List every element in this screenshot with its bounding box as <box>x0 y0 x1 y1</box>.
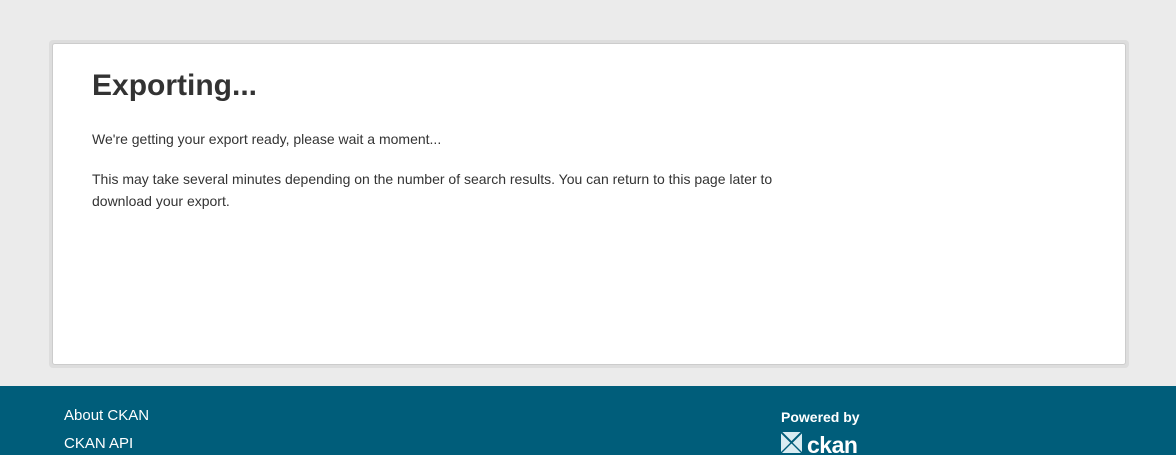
footer-link-item: About CKAN <box>64 406 149 434</box>
footer-link-item: CKAN API <box>64 434 149 455</box>
footer-links: About CKAN CKAN API <box>64 406 149 455</box>
export-note: This may take several minutes depending … <box>92 171 773 209</box>
export-status-message: We're getting your export ready, please … <box>92 131 442 147</box>
ckan-logo-link[interactable]: ckan <box>780 431 860 455</box>
site-footer: About CKAN CKAN API Powered by ckan <box>0 386 1176 455</box>
page-title: Exporting... <box>92 69 257 102</box>
powered-by: Powered by ckan <box>780 408 860 455</box>
export-card: Exporting... We're getting your export r… <box>52 43 1126 365</box>
about-ckan-link[interactable]: About CKAN <box>64 407 149 424</box>
content-wrapper: Exporting... We're getting your export r… <box>49 40 1129 368</box>
ckan-api-link[interactable]: CKAN API <box>64 435 133 452</box>
page: Exporting... We're getting your export r… <box>0 0 1176 455</box>
powered-by-label: Powered by <box>781 409 860 425</box>
ckan-logo-text: ckan <box>807 432 858 455</box>
ckan-logo-icon <box>780 431 803 455</box>
